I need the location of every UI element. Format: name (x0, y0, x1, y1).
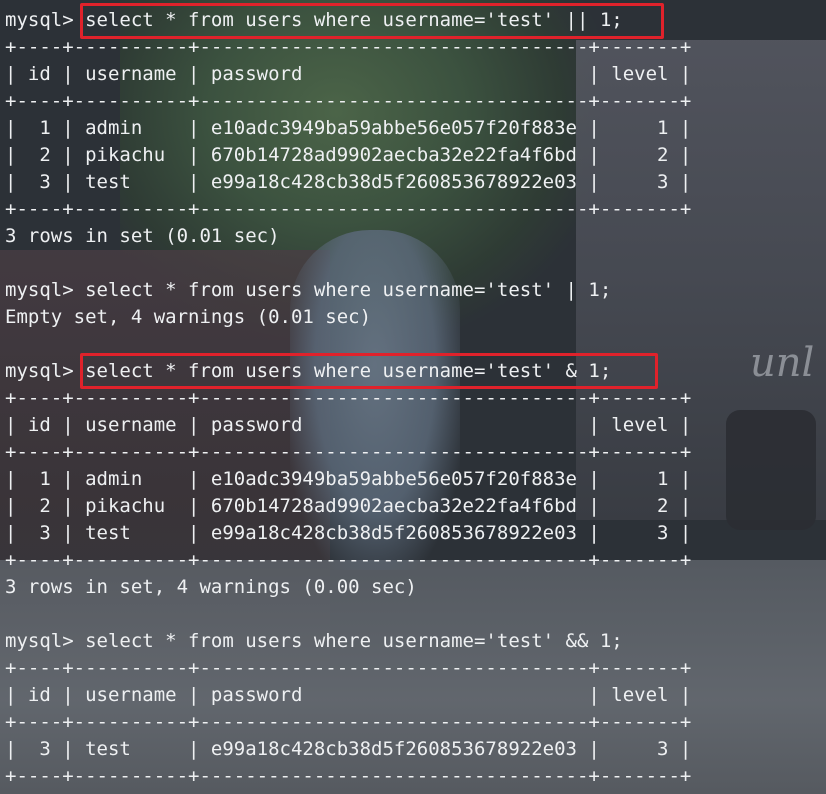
terminal-line: +----+----------+-----------------------… (5, 657, 692, 679)
terminal-line: 3 rows in set (0.01 sec) (5, 225, 280, 247)
terminal-line: +----+----------+-----------------------… (5, 441, 692, 463)
terminal-line: +----+----------+-----------------------… (5, 387, 692, 409)
terminal-line: 3 rows in set, 4 warnings (0.00 sec) (5, 576, 417, 598)
terminal-line: Empty set, 4 warnings (0.01 sec) (5, 306, 372, 328)
terminal-line: | 1 | admin | e10adc3949ba59abbe56e057f2… (5, 468, 692, 490)
terminal-line: +----+----------+-----------------------… (5, 198, 692, 220)
terminal-line: | 3 | test | e99a18c428cb38d5f2608536789… (5, 738, 692, 760)
terminal-line: +----+----------+-----------------------… (5, 90, 692, 112)
terminal-line: mysql> select * from users where usernam… (5, 279, 612, 301)
terminal-line: +----+----------+-----------------------… (5, 549, 692, 571)
mysql-terminal[interactable]: mysql> select * from users where usernam… (0, 0, 826, 794)
terminal-line: +----+----------+-----------------------… (5, 711, 692, 733)
terminal-line: +----+----------+-----------------------… (5, 765, 692, 787)
terminal-line: | 2 | pikachu | 670b14728ad9902aecba32e2… (5, 144, 692, 166)
terminal-line: | 3 | test | e99a18c428cb38d5f2608536789… (5, 522, 692, 544)
highlight-box-or-query (80, 3, 664, 39)
terminal-line: | 1 | admin | e10adc3949ba59abbe56e057f2… (5, 117, 692, 139)
terminal-line: | id | username | password | level | (5, 63, 692, 85)
highlight-box-and-query (80, 353, 658, 389)
terminal-line: | id | username | password | level | (5, 684, 692, 706)
terminal-line: | 3 | test | e99a18c428cb38d5f2608536789… (5, 171, 692, 193)
terminal-line: mysql> select * from users where usernam… (5, 630, 623, 652)
terminal-line: | 2 | pikachu | 670b14728ad9902aecba32e2… (5, 495, 692, 517)
terminal-line: | id | username | password | level | (5, 414, 692, 436)
